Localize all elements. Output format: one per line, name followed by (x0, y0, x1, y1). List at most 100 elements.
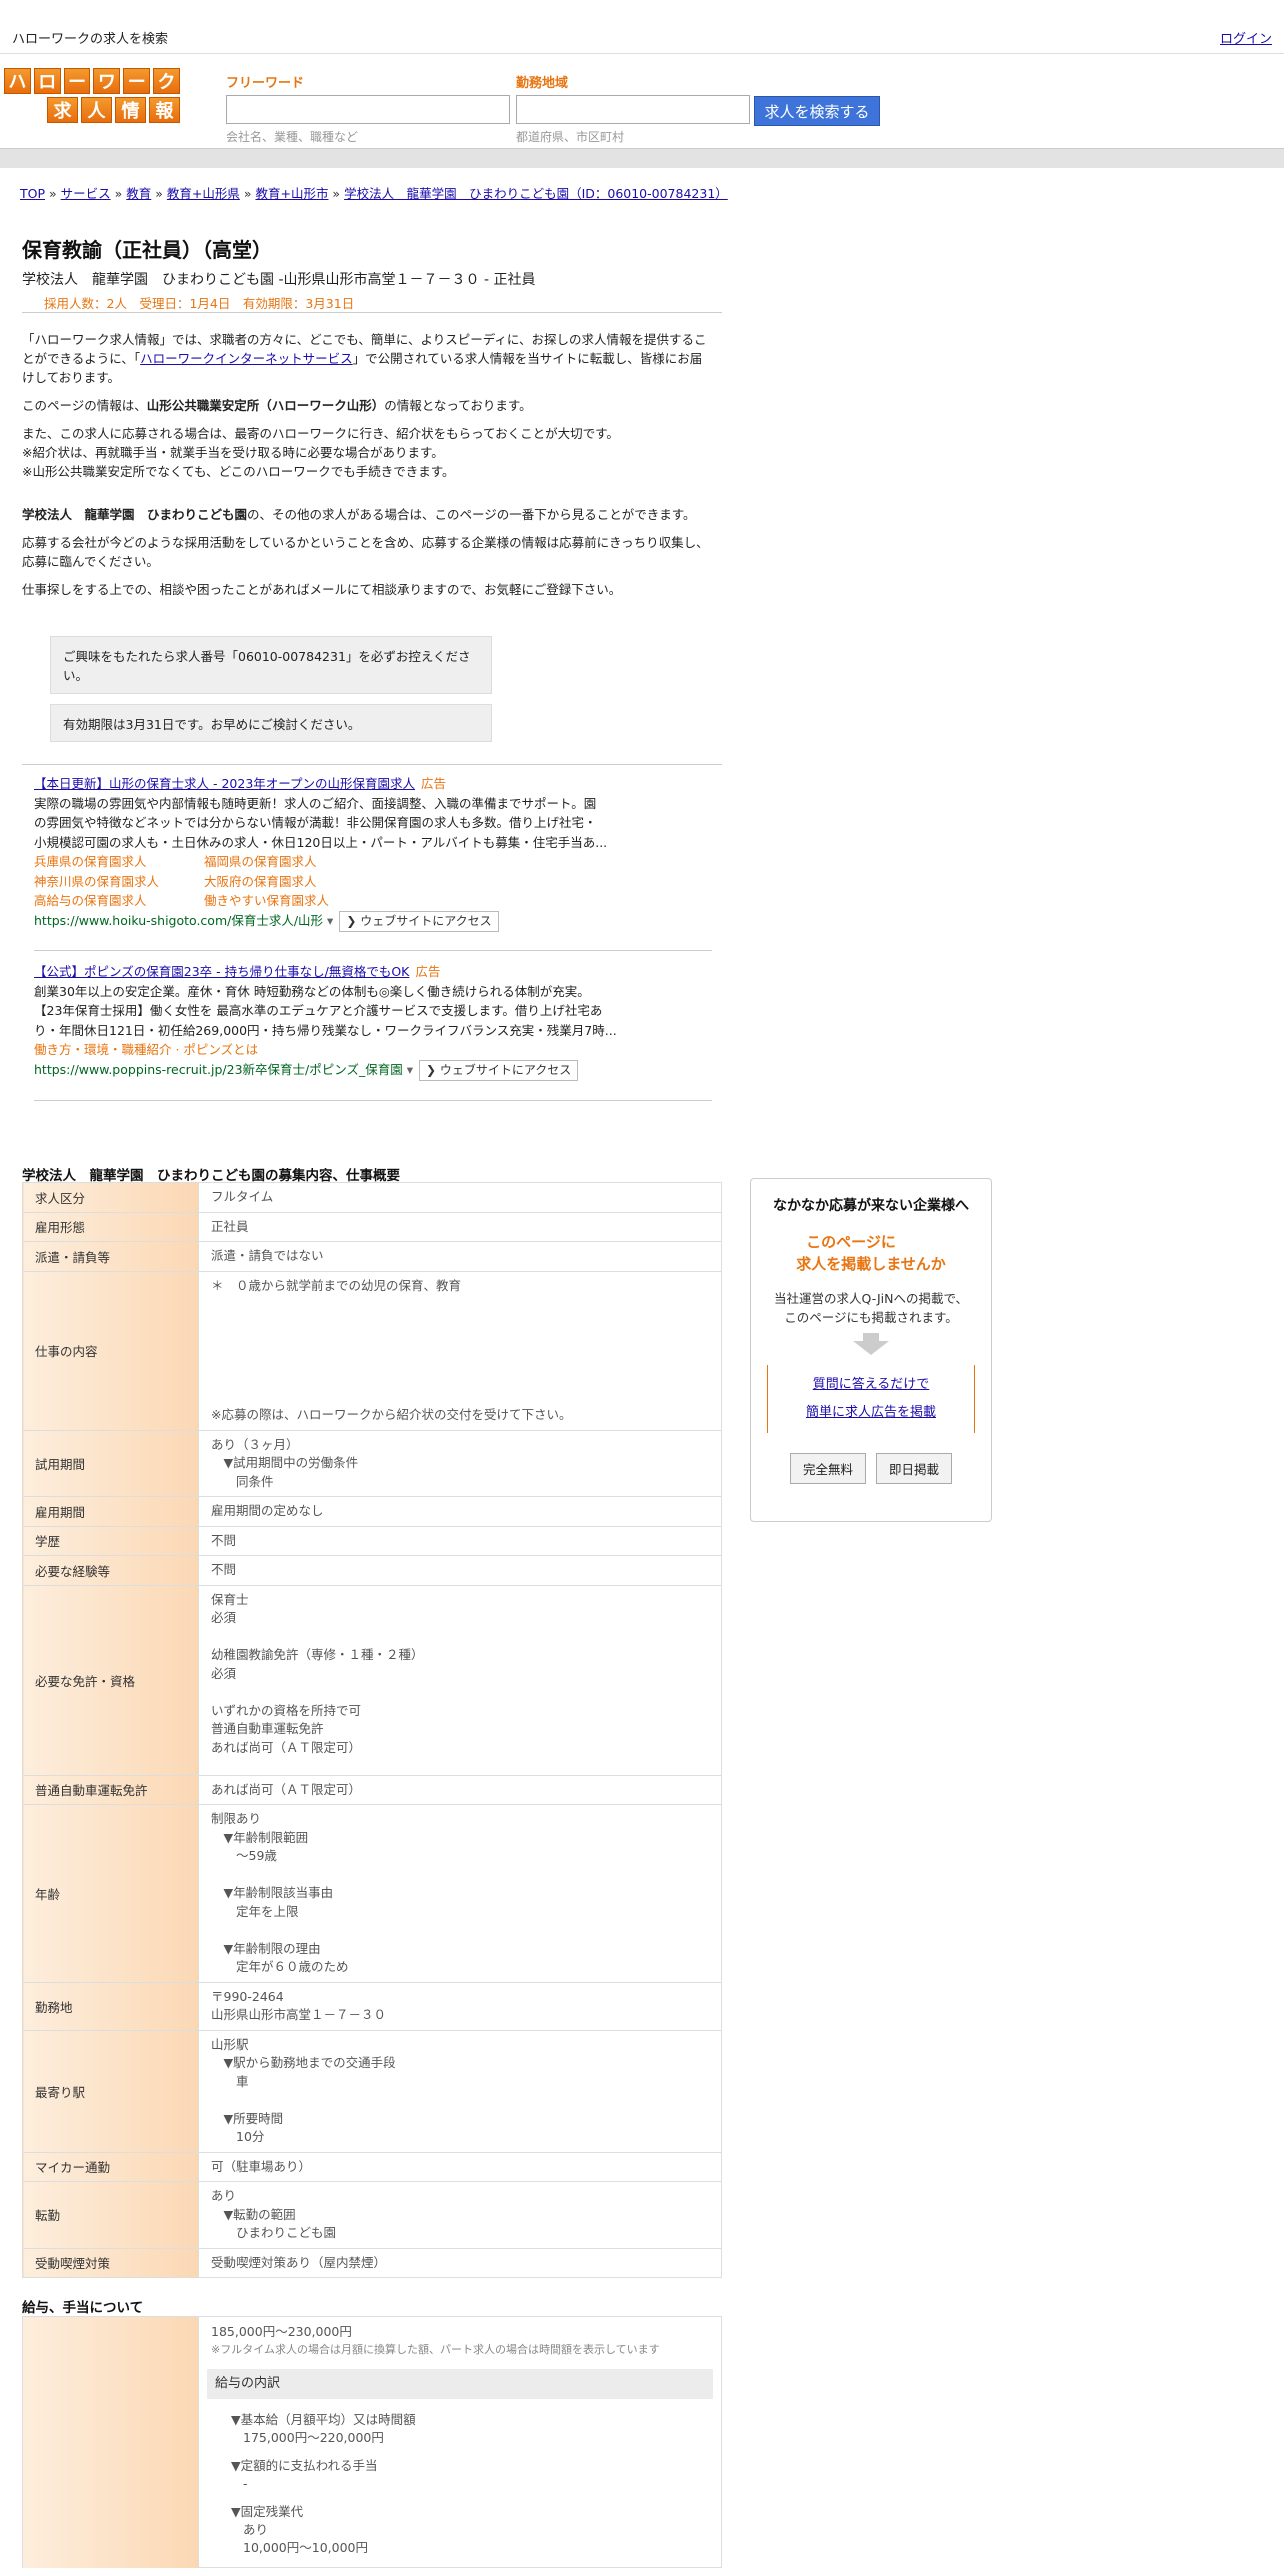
breadcrumb: TOP » サービス » 教育 » 教育+山形県 » 教育+山形市 » 学校法人… (20, 183, 728, 202)
sidebar-desc-line: このページにも掲載されます。 (784, 1310, 958, 1325)
table-row: 年齢 制限あり ▼年齢制限範囲 〜59歳 ▼年齢制限該当事由 定年を上限 ▼年齢制… (22, 1804, 722, 1983)
intro-text-span: このページの情報は、 (22, 398, 147, 413)
job-subtitle: 学校法人 龍華学園 ひまわりこども園 -山形県山形市高堂１－７－３０ - 正社員 (22, 272, 536, 288)
salary-item: ▼定額的に支払われる手当 - (211, 2457, 709, 2493)
ad-sitelink[interactable]: 大阪府の保育園求人 (204, 872, 404, 892)
row-label: 必要な免許・資格 (22, 1584, 199, 1776)
row-value: あり ▼転勤の範囲 ひまわりこども園 (198, 2181, 722, 2249)
top-bar: ハローワークの求人を検索 ログイン (0, 0, 1284, 54)
ad-sitelinks[interactable]: 働き方・環境・職種紹介 · ポピンズとは (34, 1040, 634, 1060)
divider (22, 764, 722, 765)
keyword-search-group: フリーワード 会社名、業種、職種など (226, 72, 510, 145)
divider (34, 1100, 712, 1101)
free-button[interactable]: 完全無料 (789, 1453, 866, 1484)
ad-sitelink[interactable]: 高給与の保育園求人 (34, 891, 204, 911)
employer-sidebar: なかなか応募が来ない企業様へ このページに 求人を掲載しませんか 当社運営の求人… (750, 1178, 992, 1522)
row-value: あり（３ヶ月） ▼試用期間中の労働条件 同条件 (198, 1429, 722, 1497)
sidebar-title: なかなか応募が来ない企業様へ (773, 1198, 969, 1214)
breadcrumb-separator: » (151, 186, 167, 201)
logo-char: ハ (4, 68, 31, 94)
sidebar-desc-line: 当社運営の求人Q-JiNへの掲載で、 (774, 1291, 968, 1306)
intro-text-span: ※山形公共職業安定所でなくても、どこのハローワークでも手続きできます。 (22, 464, 455, 479)
logo-char: ロ (33, 68, 61, 94)
salary-item-value: - (243, 2476, 248, 2491)
row-value: あれば尚可（ＡＴ限定可） (198, 1774, 722, 1805)
row-value: 不問 (198, 1555, 722, 1586)
table-row: 必要な免許・資格 保育士 必須 幼稚園教諭免許（専修・１種・２種） 必須 いずれか… (22, 1584, 722, 1776)
intro-text: 「ハローワーク求人情報」では、求職者の方々に、どこでも、簡単に、よりスピーディに… (22, 330, 712, 608)
ad-title-link[interactable]: 【公式】ポピンズの保育園23卒 - 持ち帰り仕事なし/無資格でもOK (34, 964, 409, 979)
search-button[interactable]: 求人を検索する (754, 96, 880, 126)
dropdown-icon[interactable]: ▾ (407, 1062, 413, 1077)
row-label: 受動喫煙対策 (22, 2247, 199, 2278)
visit-site-button[interactable]: ❯ ウェブサイトにアクセス (419, 1059, 579, 1081)
keyword-input[interactable] (226, 95, 510, 124)
arrow-down-icon (863, 1333, 879, 1341)
row-value: 保育士 必須 幼稚園教諭免許（専修・１種・２種） 必須 いずれかの資格を所持で可… (198, 1584, 722, 1776)
sidebar-link-question[interactable]: 質問に答えるだけで (813, 1377, 930, 1392)
ad-description: 【23年保育士採用】働く女性を 最高水準のエデュケアと介護サービスで支援します。… (34, 1003, 603, 1018)
arrow-down-icon (853, 1341, 889, 1355)
row-value: 制限あり ▼年齢制限範囲 〜59歳 ▼年齢制限該当事由 定年を上限 ▼年齢制限の… (198, 1804, 722, 1983)
row-label: 普通自動車運転免許 (22, 1774, 199, 1805)
visit-site-button[interactable]: ❯ ウェブサイトにアクセス (339, 910, 499, 932)
breadcrumb-link[interactable]: TOP (20, 186, 45, 201)
salary-item: ▼基本給（月額平均）又は時間額 175,000円〜220,000円 (211, 2411, 709, 2447)
row-value: 可（駐車場あり） (198, 2151, 722, 2182)
hellowork-internet-link[interactable]: ハローワークインターネットサービス (140, 351, 353, 366)
sidebar-catch-line: このページに (806, 1233, 896, 1251)
ad-url[interactable]: https://www.poppins-recruit.jp/23新卒保育士/ポ… (34, 1062, 403, 1077)
visit-site-label: ウェブサイトにアクセス (439, 1062, 572, 1077)
table-row: マイカー通勤 可（駐車場あり） (22, 2151, 722, 2182)
breadcrumb-link[interactable]: サービス (61, 186, 111, 201)
salary-range: 185,000円〜230,000円 (211, 2324, 352, 2339)
sidebar-catch: このページに 求人を掲載しませんか (751, 1231, 991, 1275)
ad-badge: 広告 (421, 776, 447, 791)
ad-description: 実際の職場の雰囲気や内部情報も随時更新！求人のご紹介、面接調整、入職の準備までサ… (34, 795, 597, 811)
sidebar-buttons: 完全無料 即日掲載 (751, 1453, 991, 1484)
company-name: 学校法人 龍華学園 ひまわりこども園 (22, 507, 248, 522)
breadcrumb-link[interactable]: 教育+山形市 (255, 186, 328, 201)
row-label: 雇用形態 (22, 1211, 199, 1242)
hellowork-logo[interactable]: ハローワーク 求人情報 (4, 68, 180, 124)
row-label: 最寄り駅 (22, 2029, 199, 2153)
row-value: 受動喫煙対策あり（屋内禁煙） (198, 2247, 722, 2278)
area-search-group: 勤務地域 都道府県、市区町村 (516, 72, 750, 145)
table-row: 学歴 不問 (22, 1525, 722, 1556)
row-value: 派遣・請負ではない (198, 1241, 722, 1272)
section-title-salary: 給与、手当について (22, 2300, 144, 2316)
ad-sitelink[interactable]: 福岡県の保育園求人 (204, 852, 404, 872)
table-row: 求人区分 フルタイム (22, 1182, 722, 1213)
table-row: 仕事の内容＊ ０歳から就学前までの幼児の保育、教育 ※応募の際は、ハローワークか… (22, 1270, 722, 1431)
breadcrumb-link[interactable]: 教育 (126, 186, 151, 201)
ad-description: の雰囲気や特徴などネットでは分からない情報が満載！非公開保育園の求人も多数。借り… (34, 815, 597, 830)
row-value: ＊ ０歳から就学前までの幼児の保育、教育 ※応募の際は、ハローワークから紹介状の… (198, 1270, 722, 1431)
ad-sitelink[interactable]: 働きやすい保育園求人 (204, 891, 404, 911)
salary-row: 185,000円〜230,000円 ※フルタイム求人の場合は月額に換算した額、パ… (22, 2316, 722, 2568)
breadcrumb-separator: » (45, 186, 61, 201)
ad-url[interactable]: https://www.hoiku-shigoto.com/保育士求人/山形 (34, 913, 323, 928)
job-title-block: 保育教諭（正社員）（高堂） 学校法人 龍華学園 ひまわりこども園 -山形県山形市… (22, 234, 722, 312)
intro-p3: また、この求人に応募される場合は、最寄のハローワークに行き、紹介状をもらっておく… (22, 424, 712, 481)
breadcrumb-separator: » (328, 186, 345, 201)
intro-p8: 仕事探しをする上での、相談や困ったことがあればメールにて相談承りますので、お気軽… (22, 582, 622, 597)
visit-site-label: ウェブサイトにアクセス (360, 913, 492, 928)
row-value: 山形駅 ▼駅から勤務地までの交通手段 車 ▼所要時間 10分 (198, 2029, 722, 2153)
dropdown-icon[interactable]: ▾ (327, 913, 333, 928)
logo-char: 求 (47, 97, 78, 123)
ad-sitelink[interactable]: 兵庫県の保育園求人 (34, 852, 204, 872)
logo-char: ー (123, 68, 151, 94)
ad-sitelink[interactable]: 神奈川県の保育園求人 (34, 872, 204, 892)
chevron-right-icon: ❯ (426, 1062, 437, 1077)
table-row: 必要な経験等 不問 (22, 1555, 722, 1586)
breadcrumb-link[interactable]: 教育+山形県 (167, 186, 240, 201)
sidebar-link-post-ad[interactable]: 簡単に求人広告を掲載 (806, 1405, 936, 1420)
row-label: 年齢 (22, 1804, 199, 1983)
ad-title-link[interactable]: 【本日更新】山形の保育士求人 - 2023年オープンの山形保育園求人 (34, 776, 415, 791)
breadcrumb-link[interactable]: 学校法人 龍華学園 ひまわりこども園（ID：06010-00784231） (344, 186, 728, 201)
login-link[interactable]: ログイン (1220, 28, 1272, 47)
sidebar-link-box: 質問に答えるだけで 簡単に求人広告を掲載 (767, 1365, 975, 1433)
same-day-button[interactable]: 即日掲載 (876, 1453, 953, 1484)
row-label: 学歴 (22, 1525, 199, 1556)
area-input[interactable] (516, 95, 750, 124)
